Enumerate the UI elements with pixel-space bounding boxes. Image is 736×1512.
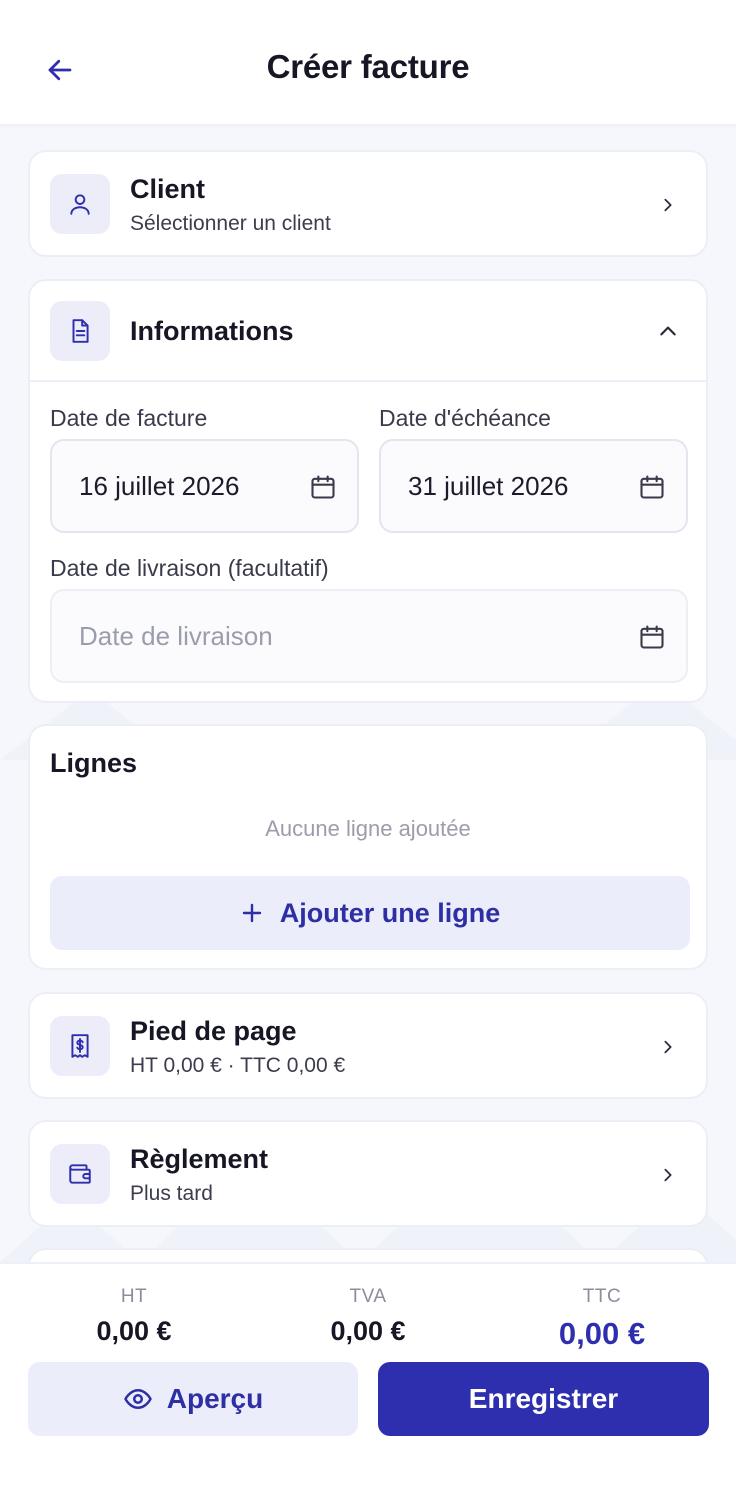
total-ht: HT 0,00 € (14, 1286, 254, 1347)
total-tva-label: TVA (349, 1286, 387, 1307)
informations-card: Informations Date de facture 16 juillet … (28, 279, 708, 703)
chevron-up-icon (658, 321, 678, 341)
client-icon-box (50, 174, 110, 234)
app-header: Créer facture (0, 0, 736, 124)
eye-icon (124, 1389, 152, 1409)
delivery-date-placeholder: Date de livraison (79, 621, 273, 651)
save-label: Enregistrer (468, 1383, 619, 1414)
lines-empty-text: Aucune ligne ajoutée (265, 816, 471, 841)
lines-title: Lignes (50, 748, 138, 778)
delivery-date-field[interactable]: Date de livraison (50, 589, 688, 683)
total-ttc-label: TTC (582, 1286, 622, 1307)
plus-icon (242, 903, 261, 923)
informations-title: Informations (130, 316, 294, 346)
client-title: Client (130, 174, 206, 204)
footer-section-title: Pied de page (130, 1016, 297, 1046)
payment-card[interactable]: Règlement Plus tard (28, 1120, 708, 1227)
totals-footer: HT 0,00 € TVA 0,00 € TTC 0,00 € Aperçu E… (0, 1262, 736, 1512)
client-card[interactable]: Client Sélectionner un client (28, 150, 708, 257)
chevron-right-icon (658, 1165, 678, 1185)
total-ht-label: HT (120, 1286, 148, 1307)
calendar-icon (640, 625, 664, 649)
save-button[interactable]: Enregistrer (378, 1362, 709, 1436)
invoice-date-label: Date de facture (50, 405, 208, 431)
user-icon (70, 194, 90, 215)
total-ttc-value: 0,00 € (558, 1316, 646, 1351)
add-line-button[interactable]: Ajouter une ligne (50, 876, 690, 950)
invoice-date-field[interactable]: 16 juillet 2026 (50, 439, 359, 533)
chevron-right-icon (658, 195, 678, 215)
document-icon (72, 319, 89, 343)
preview-label: Aperçu (166, 1383, 264, 1414)
payment-subtitle: Plus tard (130, 1182, 213, 1205)
due-date-label: Date d'échéance (379, 405, 551, 431)
payment-title: Règlement (130, 1144, 269, 1174)
due-date-value: 31 juillet 2026 (408, 471, 569, 501)
calendar-icon (640, 475, 664, 499)
total-ht-value: 0,00 € (96, 1316, 172, 1346)
delivery-date-label: Date de livraison (facultatif) (50, 555, 329, 581)
informations-header[interactable]: Informations (30, 281, 706, 382)
lines-card: Lignes Aucune ligne ajoutée Ajouter une … (28, 724, 708, 970)
payment-icon-box (50, 1144, 110, 1204)
client-subtitle: Sélectionner un client (130, 212, 331, 235)
wallet-icon (69, 1164, 91, 1184)
total-tva: TVA 0,00 € (248, 1286, 488, 1347)
calendar-icon (311, 475, 335, 499)
footer-section-card[interactable]: Pied de page HT 0,00 € · TTC 0,00 € (28, 992, 708, 1099)
page-title: Créer facture (266, 48, 470, 85)
receipt-icon (71, 1034, 89, 1058)
informations-icon-box (50, 301, 110, 361)
due-date-field[interactable]: 31 juillet 2026 (379, 439, 688, 533)
invoice-date-value: 16 juillet 2026 (79, 471, 240, 501)
total-ttc: TTC 0,00 € (482, 1286, 722, 1352)
footer-icon-box (50, 1016, 110, 1076)
preview-button[interactable]: Aperçu (28, 1362, 358, 1436)
chevron-right-icon (658, 1037, 678, 1057)
footer-section-subtitle: HT 0,00 € · TTC 0,00 € (130, 1054, 346, 1077)
add-line-label: Ajouter une ligne (279, 897, 501, 928)
total-tva-value: 0,00 € (330, 1316, 406, 1346)
